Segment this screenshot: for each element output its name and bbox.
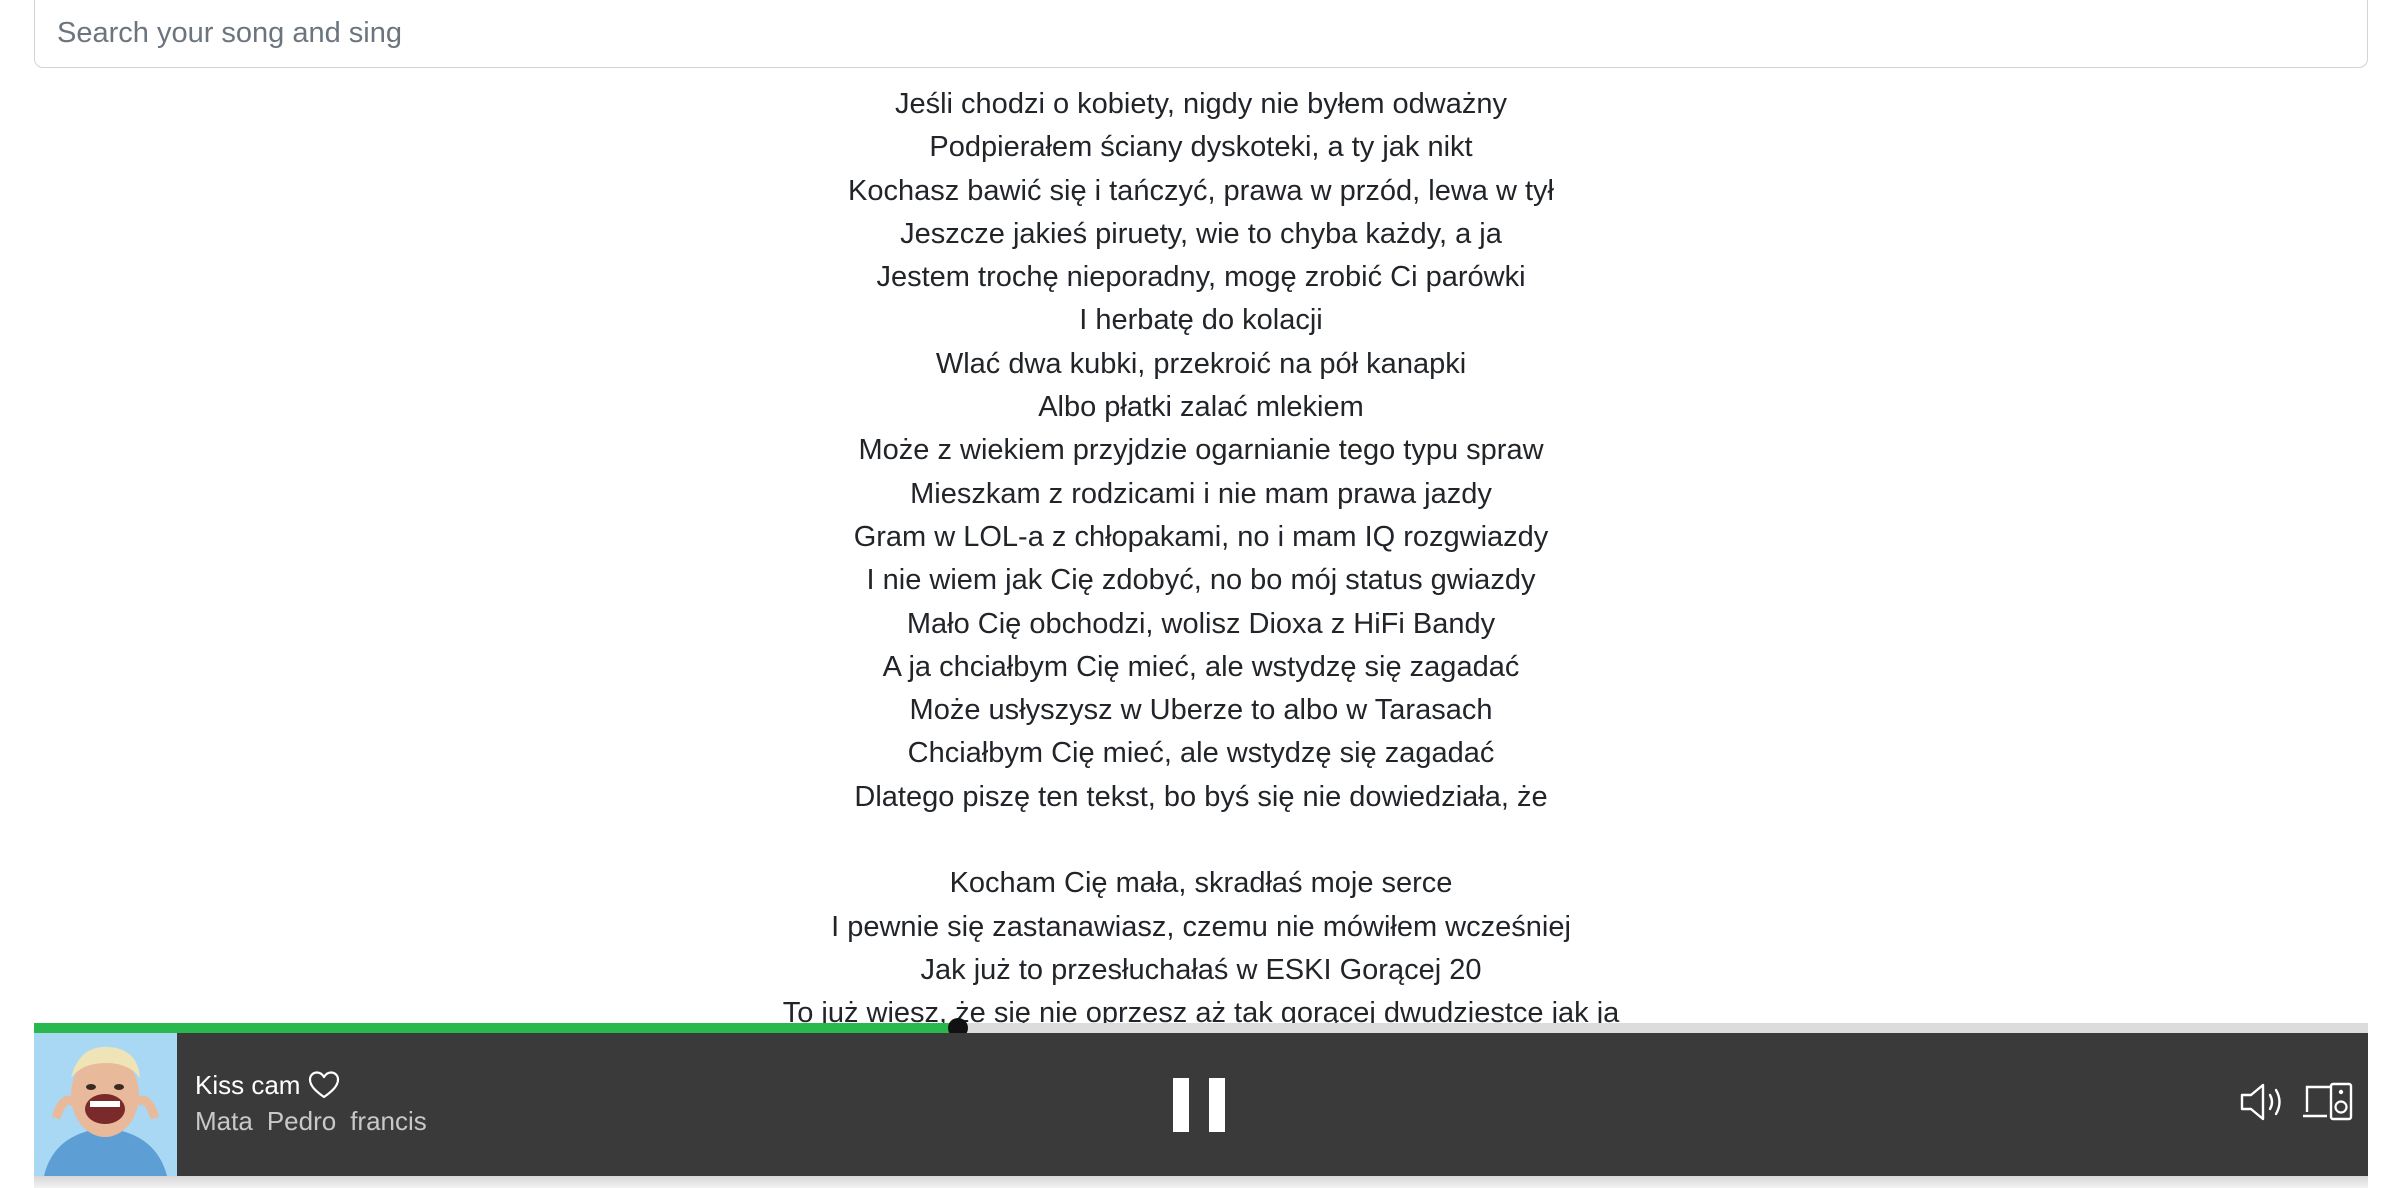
track-title-row: Kiss cam [195, 1067, 427, 1103]
lyric-line: Jeszcze jakieś piruety, wie to chyba każ… [900, 217, 1502, 250]
pause-icon-bar-right [1209, 1078, 1225, 1132]
progress-bar[interactable] [34, 1018, 2368, 1038]
artist-link[interactable]: Mata [195, 1106, 253, 1137]
search-input[interactable] [35, 0, 2367, 67]
lyric-line: Chciałbym Cię mieć, ale wstydzę się zaga… [907, 737, 1495, 770]
lyric-line [34, 819, 2368, 862]
lyric-line: Wlać dwa kubki, przekroić na pół kanapki [935, 347, 1467, 380]
lyric-line: Dlatego piszę ten tekst, bo byś się nie … [854, 780, 1548, 813]
lyric-line: Jestem trochę nieporadny, mogę zrobić Ci… [876, 261, 1526, 294]
lyric-line: A ja chciałbym Cię mieć, ale wstydzę się… [882, 650, 1520, 683]
lyrics-panel: Jeśli chodzi o kobiety, nigdy nie byłem … [34, 83, 2368, 1023]
player-shadow [34, 1176, 2368, 1188]
lyric-line: I pewnie się zastanawiasz, czemu nie mów… [831, 910, 1571, 943]
lyric-line: Albo płatki zalać mlekiem [1038, 391, 1364, 424]
lyric-line: Kochasz bawić się i tańczyć, prawa w prz… [848, 174, 1554, 207]
artist-list: Mata Pedro francis [195, 1106, 427, 1137]
pause-button[interactable] [1173, 1078, 1225, 1132]
karaoke-page: Jeśli chodzi o kobiety, nigdy nie byłem … [0, 0, 2404, 1188]
lyric-line: Kocham Cię mała, skradłaś moje serce [949, 867, 1453, 900]
artist-link[interactable]: francis [350, 1106, 427, 1137]
lyric-line: Może z wiekiem przyjdzie ogarnianie tego… [858, 434, 1544, 467]
pause-icon-bar-left [1173, 1078, 1189, 1132]
track-title: Kiss cam [195, 1069, 301, 1100]
progress-fill [34, 1023, 959, 1033]
player-bar: Kiss cam Mata Pedro francis [34, 1033, 2368, 1176]
devices-icon[interactable] [2303, 1081, 2353, 1123]
album-cover [34, 1033, 177, 1176]
lyric-line: Jak już to przesłuchałaś w ESKI Gorącej … [920, 953, 1482, 986]
volume-icon[interactable] [2239, 1081, 2287, 1123]
lyric-line: I herbatę do kolacji [1079, 304, 1323, 337]
track-info: Kiss cam Mata Pedro francis [195, 1067, 427, 1137]
lyric-line: Gram w LOL-a z chłopakami, no i mam IQ r… [853, 520, 1549, 553]
search-bar [34, 0, 2368, 68]
lyric-line: I nie wiem jak Cię zdobyć, no bo mój sta… [866, 564, 1536, 597]
heart-outline-icon[interactable] [308, 1070, 340, 1100]
lyric-line: To już wiesz, że się nie oprzesz aż tak … [782, 997, 1620, 1023]
lyric-line: Podpierałem ściany dyskoteki, a ty jak n… [929, 131, 1473, 164]
lyric-line: Mało Cię obchodzi, wolisz Dioxa z HiFi B… [906, 607, 1496, 640]
lyric-line: Może usłyszysz w Uberze to albo w Tarasa… [909, 694, 1493, 727]
artist-link[interactable]: Pedro [267, 1106, 336, 1137]
lyric-line: Jeśli chodzi o kobiety, nigdy nie byłem … [894, 88, 1507, 120]
lyric-line: Mieszkam z rodzicami i nie mam prawa jaz… [910, 477, 1492, 510]
